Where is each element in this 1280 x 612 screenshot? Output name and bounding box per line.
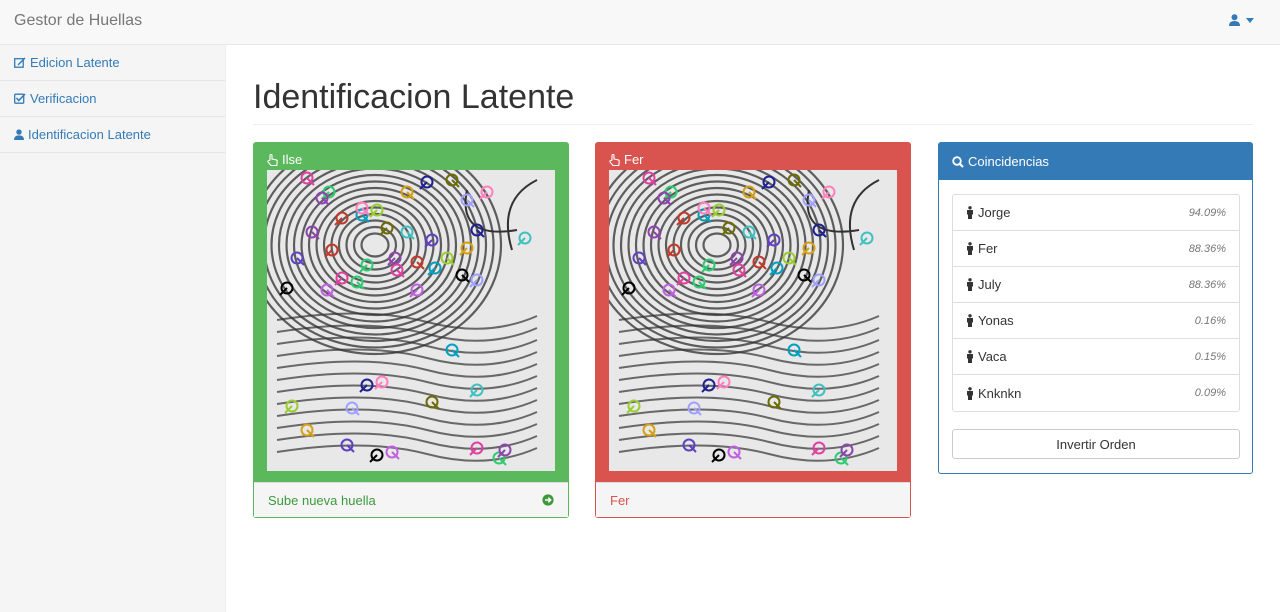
arrow-circle-right-icon[interactable] [542, 494, 554, 506]
sidebar: Edicion Latente Verificacion Identificac… [0, 45, 226, 612]
list-item[interactable]: July 88.36% [953, 267, 1239, 303]
user-icon [14, 129, 24, 140]
male-icon [967, 350, 973, 363]
match-name: Jorge [978, 205, 1011, 220]
male-icon [967, 242, 973, 255]
list-item[interactable]: Knknkn 0.09% [953, 375, 1239, 411]
upload-footer[interactable]: Sube nueva huella [254, 482, 568, 517]
fingerprint-card-fer: Fer Fer [595, 142, 911, 518]
hand-pointer-icon [609, 153, 620, 166]
match-name: Fer [978, 241, 998, 256]
chevron-down-icon [1246, 17, 1254, 23]
page-title: Identificacion Latente [253, 78, 575, 116]
hand-pointer-icon [267, 153, 278, 166]
sidebar-item-label: Edicion Latente [30, 55, 120, 70]
panel-header: Coincidencias [939, 143, 1252, 180]
match-name: Yonas [978, 313, 1014, 328]
match-name: Knknkn [978, 385, 1022, 401]
fingerprint-image[interactable] [609, 170, 897, 471]
upload-link[interactable]: Sube nueva huella [268, 493, 376, 508]
match-score: 94.09% [1188, 206, 1226, 219]
list-item[interactable]: Yonas 0.16% [953, 303, 1239, 339]
sidebar-item-label: Verificacion [30, 91, 97, 106]
card-footer: Fer [596, 482, 910, 517]
card-footer-label: Fer [610, 492, 630, 508]
divider [253, 124, 1253, 125]
sidebar-item-verificacion[interactable]: Verificacion [0, 81, 225, 117]
list-item[interactable]: Fer 88.36% [953, 231, 1239, 267]
match-score: 88.36% [1188, 242, 1226, 255]
panel-title: Coincidencias [968, 154, 1049, 169]
list-item[interactable]: Vaca 0.15% [953, 339, 1239, 375]
match-score: 0.15% [1194, 350, 1226, 363]
list-item[interactable]: Jorge 94.09% [953, 195, 1239, 231]
match-score: 0.16% [1194, 314, 1226, 327]
male-icon [967, 314, 973, 327]
card-title: Fer [624, 152, 644, 167]
brand[interactable]: Gestor de Huellas [14, 12, 142, 30]
male-icon [967, 206, 973, 219]
male-icon [967, 278, 973, 291]
card-title: Ilse [282, 152, 303, 167]
male-icon [967, 386, 973, 400]
user-icon [1229, 14, 1240, 26]
check-square-icon [14, 93, 26, 104]
sidebar-item-label: Identificacion Latente [28, 127, 151, 142]
navbar: Gestor de Huellas [0, 0, 1280, 45]
sidebar-item-edicion-latente[interactable]: Edicion Latente [0, 45, 225, 81]
edit-icon [14, 57, 26, 68]
match-name: July [978, 277, 1002, 292]
match-name: Vaca [978, 349, 1007, 364]
match-score: 0.09% [1194, 387, 1226, 399]
invert-order-button[interactable]: Invertir Orden [952, 429, 1240, 459]
card-header: Fer [609, 152, 644, 167]
user-menu[interactable] [1229, 14, 1254, 26]
card-header: Ilse [267, 152, 302, 167]
fingerprint-card-ilse: Ilse Sube nueva huella [253, 142, 569, 518]
match-score: 88.36% [1188, 278, 1226, 291]
fingerprint-image[interactable] [267, 170, 555, 471]
matches-panel: Coincidencias Jorge 94.09% Fer 88.36% July… [938, 142, 1253, 474]
search-icon [952, 155, 964, 168]
sidebar-item-identificacion-latente[interactable]: Identificacion Latente [0, 117, 225, 153]
matches-list: Jorge 94.09% Fer 88.36% July 88.36% Yonas 0.… [952, 194, 1240, 412]
